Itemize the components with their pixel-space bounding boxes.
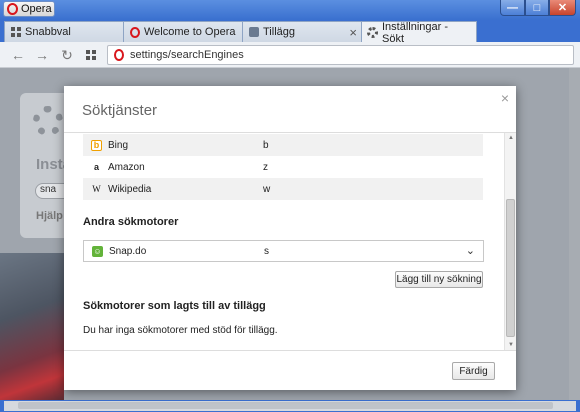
- opera-logo-icon: [7, 3, 18, 15]
- bing-icon: b: [91, 139, 102, 151]
- horizontal-scroll-thumb[interactable]: [18, 402, 553, 409]
- extensions-icon: [248, 27, 259, 38]
- gear-icon: [367, 27, 378, 38]
- speed-dial-button[interactable]: [82, 46, 100, 64]
- engine-keyword: w: [263, 183, 271, 195]
- title-bar: Opera — □ ✕: [0, 0, 580, 20]
- reload-button[interactable]: ↻: [58, 46, 76, 64]
- forward-button[interactable]: →: [33, 46, 51, 64]
- speed-dial-grid-icon: [86, 50, 96, 60]
- tab-speed-dial[interactable]: Snabbval: [4, 21, 125, 42]
- scroll-up-arrow-icon[interactable]: ▲: [508, 135, 514, 141]
- engine-row-wikipedia[interactable]: W Wikipedia w: [83, 178, 483, 200]
- minimize-button[interactable]: —: [500, 0, 525, 16]
- speed-dial-grid-icon: [10, 27, 21, 38]
- dialog-scroll-thumb[interactable]: [506, 199, 515, 337]
- no-extension-engines-text: Du har inga sökmotorer med stöd för till…: [83, 325, 278, 336]
- dialog-close-icon[interactable]: ×: [501, 90, 509, 106]
- scroll-down-arrow-icon[interactable]: ▼: [508, 342, 514, 348]
- amazon-icon: a: [93, 162, 99, 172]
- tab-label: Welcome to Opera: [144, 26, 236, 38]
- background-image: [0, 253, 64, 400]
- extension-engines-heading: Sökmotorer som lagts till av tillägg: [83, 300, 266, 312]
- divider: [64, 350, 516, 351]
- snapdo-icon: ☺: [92, 245, 103, 257]
- page-scrollbar[interactable]: [569, 68, 580, 400]
- opera-icon: [129, 26, 140, 38]
- close-window-button[interactable]: ✕: [549, 0, 576, 16]
- dialog-body: b Bing b a Amazon z W Wikipedia w Andra …: [64, 133, 504, 350]
- opera-menu-label: Opera: [21, 3, 52, 15]
- tab-label: Snabbval: [25, 26, 71, 38]
- address-url: settings/searchEngines: [130, 49, 244, 61]
- tab-extensions[interactable]: Tillägg ×: [242, 21, 363, 42]
- address-bar[interactable]: settings/searchEngines: [107, 45, 574, 65]
- back-button[interactable]: ←: [9, 46, 27, 64]
- tab-welcome[interactable]: Welcome to Opera: [123, 21, 244, 42]
- dialog-scrollbar[interactable]: ▲ ▼: [504, 133, 516, 350]
- tab-settings[interactable]: Inställningar - Sökt: [361, 20, 477, 45]
- engine-name: Snap.do: [109, 245, 147, 257]
- dialog-title: Söktjänster: [82, 102, 158, 119]
- chevron-down-icon[interactable]: ⌄: [466, 244, 475, 257]
- search-engines-dialog: Söktjänster × b Bing b a Amazon z W Wiki…: [64, 86, 516, 390]
- engine-row-snapdo[interactable]: ☺ Snap.do s ⌄: [83, 240, 484, 262]
- close-tab-icon[interactable]: ×: [349, 25, 357, 40]
- tab-bar: Snabbval Welcome to Opera Tillägg × Inst…: [0, 20, 580, 61]
- wikipedia-icon: W: [92, 184, 101, 194]
- add-search-engine-button[interactable]: Lägg till ny sökning: [395, 271, 483, 288]
- engine-keyword: b: [263, 139, 269, 151]
- done-button[interactable]: Färdig: [452, 362, 495, 380]
- engine-keyword: z: [263, 161, 268, 173]
- engine-name: Amazon: [108, 161, 145, 173]
- opera-icon: [114, 49, 124, 61]
- opera-menu-button[interactable]: Opera: [3, 1, 55, 17]
- other-engines-heading: Andra sökmotorer: [83, 216, 179, 228]
- tab-label: Tillägg: [263, 26, 295, 38]
- horizontal-scrollbar[interactable]: [0, 400, 580, 412]
- engine-row-amazon[interactable]: a Amazon z: [83, 156, 483, 178]
- engine-row-bing[interactable]: b Bing b: [83, 134, 483, 156]
- help-link[interactable]: Hjälp: [36, 210, 63, 222]
- maximize-button[interactable]: □: [525, 0, 549, 16]
- settings-gear-icon: [33, 106, 63, 136]
- tab-label: Inställningar - Sökt: [382, 20, 449, 45]
- engine-name: Bing: [108, 139, 129, 151]
- navigation-toolbar: ← → ↻ settings/searchEngines: [0, 42, 580, 68]
- engine-name: Wikipedia: [108, 183, 152, 195]
- engine-keyword: s: [264, 245, 269, 257]
